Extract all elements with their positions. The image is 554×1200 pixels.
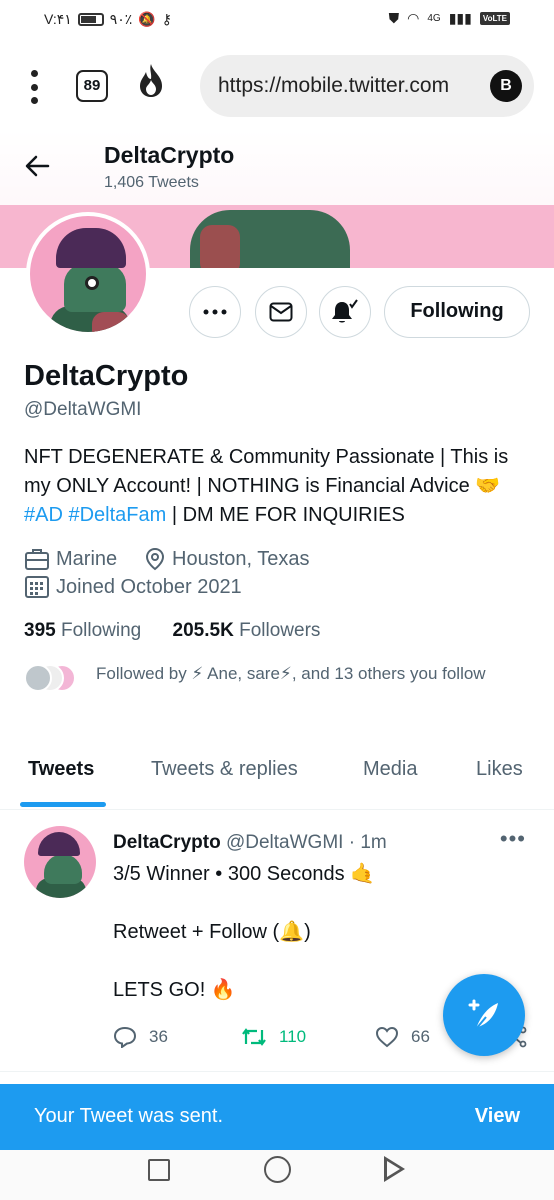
followers-link[interactable]: 205.5K Followers bbox=[173, 620, 321, 641]
notifications-button[interactable] bbox=[319, 286, 371, 338]
location-pin-icon bbox=[145, 547, 165, 571]
feather-plus-icon bbox=[468, 999, 498, 1030]
back-arrow-icon[interactable] bbox=[24, 152, 50, 184]
profile-tabs: Tweets Tweets & replies Media Likes bbox=[0, 744, 554, 810]
back-icon[interactable] bbox=[384, 1156, 405, 1182]
profile-avatar[interactable] bbox=[26, 212, 150, 336]
profile-joined: Joined October 2021 bbox=[24, 575, 242, 599]
recents-icon[interactable] bbox=[148, 1159, 170, 1181]
profile-bio: NFT DEGENERATE & Community Passionate | … bbox=[24, 443, 534, 530]
browser-menu-icon[interactable] bbox=[28, 70, 40, 104]
profile-stats: 395 Following 205.5K Followers bbox=[24, 620, 320, 642]
briefcase-icon bbox=[25, 549, 49, 570]
envelope-icon bbox=[269, 302, 293, 322]
compose-tweet-button[interactable] bbox=[443, 974, 525, 1056]
network-type: 4G bbox=[427, 13, 441, 24]
bio-text-end: | DM ME FOR INQUIRIES bbox=[166, 504, 405, 526]
profile-handle: @DeltaWGMI bbox=[24, 399, 142, 420]
following-button[interactable]: Following bbox=[384, 286, 530, 338]
profile-work: Marine bbox=[24, 547, 117, 571]
tweet-author[interactable]: DeltaCrypto bbox=[113, 832, 221, 853]
account-avatar[interactable]: B bbox=[490, 70, 522, 102]
home-icon[interactable] bbox=[264, 1156, 291, 1183]
header-title: DeltaCrypto bbox=[104, 142, 235, 168]
more-options-button[interactable] bbox=[189, 286, 241, 338]
signal-icon: ▮▮▮ bbox=[448, 10, 472, 26]
tweet-avatar[interactable] bbox=[24, 826, 96, 898]
calendar-icon bbox=[25, 576, 49, 598]
tweet-sent-toast: Your Tweet was sent. View bbox=[0, 1084, 554, 1150]
active-tab-indicator bbox=[20, 802, 106, 807]
tweet-count: 1,406 Tweets bbox=[104, 174, 199, 191]
tab-tweets[interactable]: Tweets bbox=[28, 758, 94, 781]
battery-icon bbox=[77, 13, 104, 26]
bio-text: NFT DEGENERATE & Community Passionate | … bbox=[24, 446, 509, 497]
followed-by-text: Followed by ⚡ Ane, sare⚡, and 13 others … bbox=[96, 664, 486, 683]
reply-button[interactable]: 36 bbox=[113, 1026, 168, 1048]
hashtag-ad[interactable]: #AD bbox=[24, 504, 63, 526]
toast-message: Your Tweet was sent. bbox=[34, 1105, 224, 1127]
heart-icon bbox=[375, 1026, 399, 1048]
tweet-more-icon[interactable]: ••• bbox=[500, 826, 526, 852]
battery-level: ۹۰٪ bbox=[109, 11, 133, 27]
volte-badge: VoLTE bbox=[479, 12, 510, 25]
following-link[interactable]: 395 Following bbox=[24, 620, 141, 641]
retweet-icon bbox=[242, 1028, 266, 1046]
hashtag-deltafam[interactable]: #DeltaFam bbox=[68, 504, 166, 526]
tweet-header: DeltaCrypto @DeltaWGMI · 1m bbox=[113, 832, 387, 854]
address-bar[interactable]: https://mobile.twitter.com B bbox=[200, 55, 534, 117]
follower-avatars bbox=[24, 664, 84, 696]
more-icon bbox=[203, 309, 227, 315]
banner-art-detail bbox=[200, 225, 240, 268]
bell-check-icon bbox=[332, 299, 358, 323]
tweet-meta: @DeltaWGMI · 1m bbox=[225, 832, 387, 853]
status-bar: V:۴۱ ۹۰٪ 🔕 ⚷ ⛊ ◠ 4G ▮▮▮ VoLTE bbox=[0, 0, 554, 40]
like-button[interactable]: 66 bbox=[375, 1026, 430, 1048]
profile-name: DeltaCrypto bbox=[24, 360, 189, 392]
wifi-icon: ◠ bbox=[407, 10, 420, 26]
tab-media[interactable]: Media bbox=[363, 758, 417, 781]
shield-icon: ⛊ bbox=[388, 10, 400, 26]
tab-likes[interactable]: Likes bbox=[476, 758, 523, 781]
url-text[interactable]: https://mobile.twitter.com bbox=[218, 74, 449, 98]
retweet-button[interactable]: 110 bbox=[241, 1026, 306, 1048]
fire-icon[interactable] bbox=[136, 62, 166, 106]
key-icon: ⚷ bbox=[161, 11, 173, 27]
profile-location: Houston, Texas bbox=[144, 547, 310, 571]
reply-icon bbox=[113, 1026, 137, 1048]
mute-icon: 🔕 bbox=[138, 11, 156, 27]
toast-view-button[interactable]: View bbox=[475, 1105, 520, 1128]
message-button[interactable] bbox=[255, 286, 307, 338]
tab-switcher-button[interactable]: 89 bbox=[76, 70, 108, 102]
system-nav-bar bbox=[0, 1150, 554, 1200]
clock: V:۴۱ bbox=[44, 11, 72, 27]
tab-tweets-replies[interactable]: Tweets & replies bbox=[151, 758, 298, 781]
browser-toolbar: 89 https://mobile.twitter.com B bbox=[0, 40, 554, 130]
